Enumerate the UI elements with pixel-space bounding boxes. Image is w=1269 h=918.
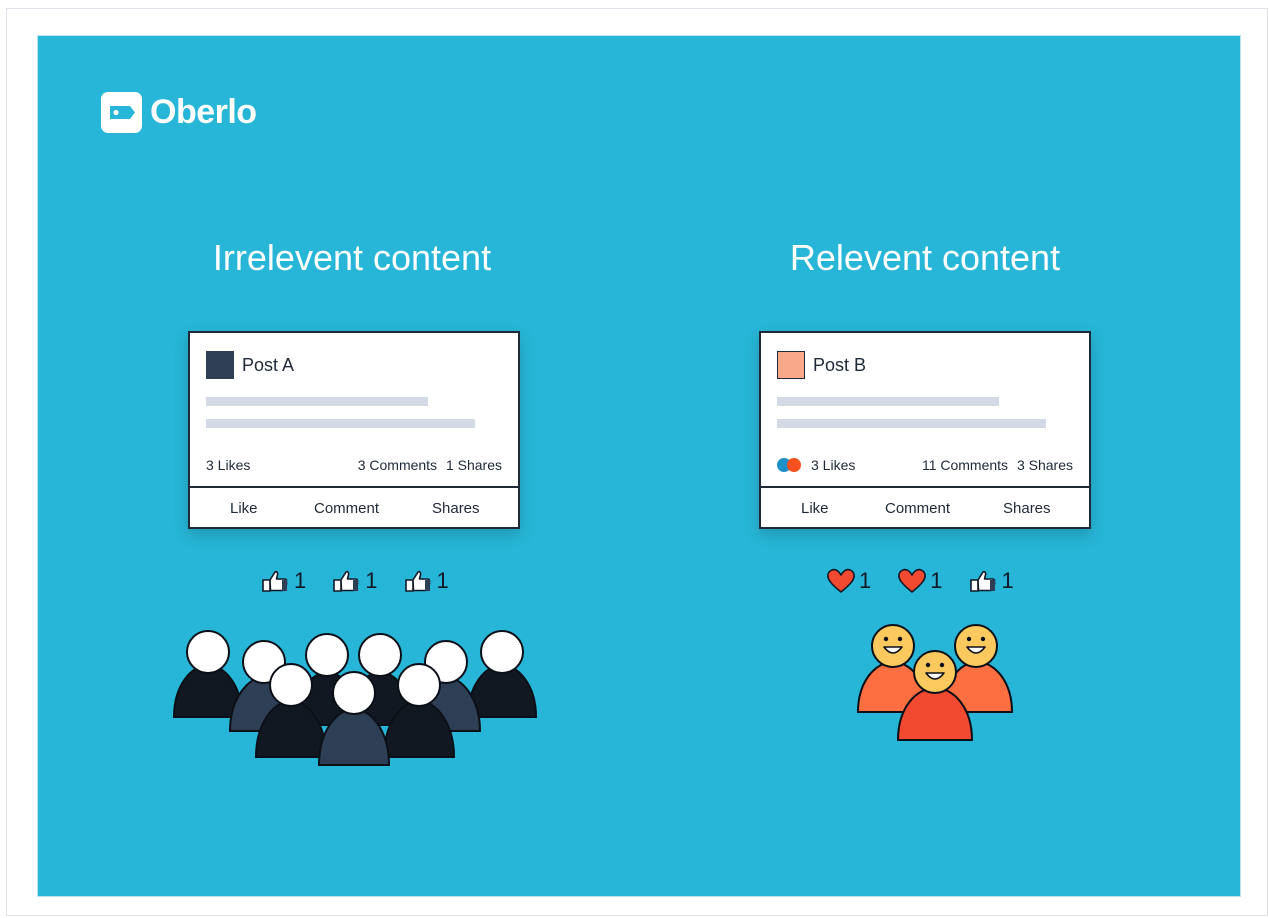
- post-card-a: Post A 3 Likes 3 Comments 1 Shares Like …: [188, 331, 520, 529]
- person-head: [305, 633, 349, 677]
- heart-icon: [827, 568, 855, 593]
- person-head: [480, 630, 524, 674]
- text-placeholder-line: [206, 397, 428, 406]
- likes-count: 3 Likes: [206, 457, 251, 473]
- reaction-item: 1: [332, 568, 378, 594]
- reaction-count: 1: [436, 568, 449, 593]
- text-placeholder-line: [777, 397, 999, 406]
- brand-name: Oberlo: [150, 92, 257, 131]
- post-header: Post A: [206, 351, 294, 379]
- reaction-item: 1: [969, 568, 1014, 594]
- shares-button[interactable]: Shares: [432, 500, 480, 517]
- person-head: [397, 663, 441, 707]
- post-actions: Like Comment Shares: [761, 486, 1089, 529]
- smiley-face-icon: [954, 624, 998, 668]
- reaction-count: 1: [1001, 568, 1014, 593]
- reaction-count: 1: [930, 568, 943, 593]
- likes-count: 3 Likes: [811, 457, 856, 473]
- reaction-item: 1: [404, 568, 449, 594]
- person-head: [358, 633, 402, 677]
- reaction-dot-red: [787, 458, 801, 472]
- thumbs-up-icon: [404, 570, 430, 592]
- comments-count: 3 Comments: [357, 457, 438, 473]
- like-button[interactable]: Like: [230, 500, 258, 517]
- brand-logo: Oberlo: [101, 91, 257, 133]
- post-card-b: Post B 3 Likes 11 Comments 3 Shares Like…: [759, 331, 1091, 529]
- heading-relevant: Relevent content: [789, 237, 1061, 278]
- disengaged-crowd-illustration: [172, 630, 538, 766]
- reaction-item: 1: [897, 568, 943, 594]
- post-stats: 3 Likes 3 Comments 1 Shares: [206, 457, 502, 477]
- person-head: [186, 630, 230, 674]
- engaged-crowd-illustration: [856, 624, 1014, 741]
- shares-count: 3 Shares: [1016, 457, 1073, 473]
- comment-button[interactable]: Comment: [314, 500, 379, 517]
- post-avatar: [777, 351, 805, 379]
- reactions-row-left: 1 1 1: [261, 565, 475, 597]
- person-head: [332, 671, 376, 715]
- comments-count: 11 Comments: [921, 457, 1009, 473]
- like-button[interactable]: Like: [801, 500, 829, 517]
- text-placeholder-line: [206, 419, 475, 428]
- shares-count: 1 Shares: [445, 457, 502, 473]
- reaction-count: 1: [294, 568, 307, 593]
- shares-button[interactable]: Shares: [1003, 500, 1051, 517]
- post-actions: Like Comment Shares: [190, 486, 518, 529]
- smiley-face-icon: [913, 650, 957, 694]
- heading-irrelevant: Irrelevent content: [212, 237, 492, 278]
- post-title: Post B: [813, 354, 867, 375]
- text-placeholder-line: [777, 419, 1046, 428]
- reaction-count: 1: [859, 568, 872, 593]
- tag-icon: [101, 91, 142, 133]
- smiley-face-icon: [871, 624, 915, 668]
- thumbs-up-icon: [333, 570, 359, 592]
- person-head: [269, 663, 313, 707]
- reaction-item: 1: [261, 568, 306, 594]
- reaction-count: 1: [365, 568, 378, 593]
- comment-button[interactable]: Comment: [885, 500, 950, 517]
- post-avatar: [206, 351, 234, 379]
- reactions-row-right: 1 1 1: [826, 565, 1040, 597]
- post-title: Post A: [242, 354, 295, 375]
- reaction-item: 1: [826, 568, 871, 594]
- post-stats: 3 Likes 11 Comments 3 Shares: [777, 457, 1073, 477]
- post-header: Post B: [777, 351, 866, 379]
- thumbs-up-icon: [262, 570, 288, 592]
- thumbs-up-icon: [969, 570, 995, 592]
- heart-icon: [898, 568, 927, 593]
